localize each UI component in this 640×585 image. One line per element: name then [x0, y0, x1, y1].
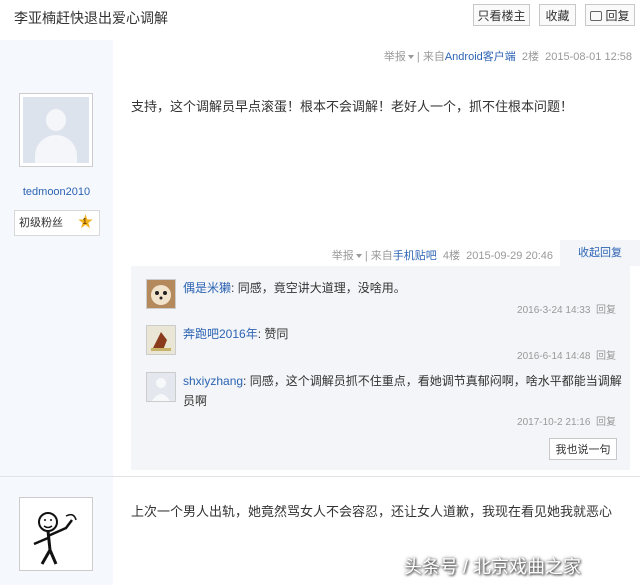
sub-reply-content: 同感，这个调解员抓不住重点，看她调节真郁闷啊，啥水平都能当调解员啊 — [183, 374, 622, 408]
sub-reply-meta: 2016-3-24 14:33 回复 — [517, 301, 616, 316]
sub-reply-avatar[interactable] — [146, 325, 176, 355]
top-bar: 李亚楠赶快退出爱心调解 只看楼主 收藏 回复 — [0, 0, 640, 41]
sub-reply-content: 赞同 — [264, 327, 289, 341]
fold-replies-button[interactable]: 收起回复 — [560, 240, 640, 266]
sub-reply-user[interactable]: shxiyzhang — [183, 374, 243, 388]
post1-meta: 举报 | 来自Android客户端 2楼 2015-08-01 12:58 — [383, 51, 632, 63]
source-prefix: 来自 — [422, 51, 445, 63]
report-link[interactable]: 举报 — [332, 250, 354, 262]
sub-reply-meta: 2016-6-14 14:48 回复 — [517, 347, 616, 362]
dropdown-arrow-icon[interactable] — [355, 254, 362, 259]
sub-reply-avatar[interactable] — [146, 372, 176, 402]
sub-reply-user[interactable]: 偶是米獭 — [183, 281, 231, 295]
author-only-button[interactable]: 只看楼主 — [473, 4, 530, 26]
source-prefix: 来自 — [370, 250, 393, 262]
fan-level-badge[interactable]: 初级粉丝 ★ 1 — [14, 210, 100, 236]
favorite-button[interactable]: 收藏 — [539, 4, 576, 26]
sub-reply-text: shxiyzhang: 同感，这个调解员抓不住重点，看她调节真郁闷啊，啥水平都能… — [183, 374, 622, 408]
sub-reply-avatar[interactable] — [146, 279, 176, 309]
post-time: 2015-09-29 20:46 — [466, 250, 553, 262]
sub-reply-reply-link[interactable]: 回复 — [596, 417, 616, 428]
reply-button-label: 回复 — [605, 9, 630, 23]
badge-level: 1 — [82, 217, 87, 226]
reply-button[interactable]: 回复 — [585, 4, 635, 26]
post1-content: 支持，这个调解员早点滚蛋！根本不会调解！老好人一个，抓不住根本问题！ — [131, 99, 574, 114]
dropdown-arrow-icon[interactable] — [407, 55, 414, 60]
user-avatar[interactable] — [19, 497, 93, 571]
say-something-button[interactable]: 我也说一句 — [549, 438, 617, 460]
source-link[interactable]: 手机贴吧 — [393, 250, 437, 262]
user-avatar[interactable] — [19, 93, 93, 167]
post2-content: 上次一个男人出轨，她竟然骂女人不会容忍，还让女人道歉，我现在看见她我就恶心 — [131, 504, 613, 519]
report-link[interactable]: 举报 — [384, 51, 406, 63]
sub-reply-reply-link[interactable]: 回复 — [596, 305, 616, 316]
reply-icon — [590, 10, 603, 21]
sub-reply-text: 偶是米獭: 同感，竟空讲大道理，没啥用。 — [183, 281, 406, 295]
floor-number: 4楼 — [442, 250, 461, 262]
badge-label: 初级粉丝 — [19, 217, 63, 229]
sub-reply-meta: 2017-10-2 21:16 回复 — [517, 413, 616, 428]
sub-reply-time: 2016-3-24 14:33 — [517, 305, 591, 316]
sub-reply-text: 奔跑吧2016年: 赞同 — [183, 327, 289, 341]
sub-reply-time: 2017-10-2 21:16 — [517, 417, 591, 428]
sub-reply-content: 同感，竟空讲大道理，没啥用。 — [237, 281, 406, 295]
source-link[interactable]: Android客户端 — [445, 51, 516, 63]
sub-reply-reply-link[interactable]: 回复 — [596, 351, 616, 362]
post-time: 2015-08-01 12:58 — [545, 51, 632, 63]
sub-reply-user[interactable]: 奔跑吧2016年 — [183, 327, 258, 341]
floor-number: 2楼 — [521, 51, 540, 63]
thread-title: 李亚楠赶快退出爱心调解 — [14, 10, 168, 26]
sub-meta: 举报 | 来自手机贴吧 4楼 2015-09-29 20:46 — [331, 250, 553, 262]
watermark-text: 头条号 / 北京戏曲之家 — [404, 557, 582, 577]
sub-reply-time: 2016-6-14 14:48 — [517, 351, 591, 362]
username-link[interactable]: tedmoon2010 — [0, 186, 113, 198]
